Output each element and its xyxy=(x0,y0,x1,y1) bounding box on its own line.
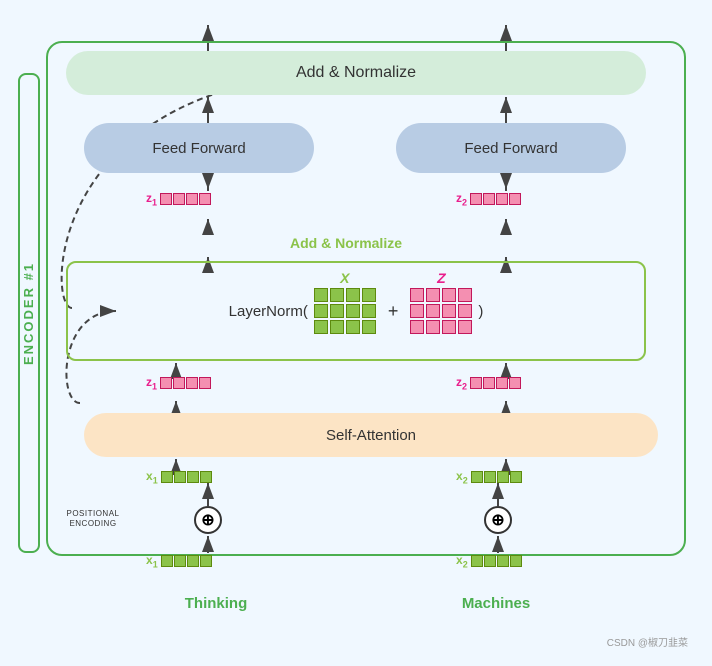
encoder-label-text: ENCODER #1 xyxy=(22,261,37,364)
positional-encoding-right: ⊕ xyxy=(484,506,512,534)
add-normalize-top: Add & Normalize xyxy=(66,51,646,95)
x1-tokens-bottom: x1 xyxy=(146,553,212,569)
self-attention-box: Self-Attention xyxy=(84,413,658,457)
add-normalize-mid: Add & Normalize xyxy=(136,231,556,255)
z1-tokens-mid: z1 xyxy=(146,375,211,391)
z2-tokens-mid: z2 xyxy=(456,375,521,391)
z1-tokens-top: z1 xyxy=(146,191,211,207)
x1-tokens-input: x1 xyxy=(146,469,212,485)
layer-norm-content: LayerNorm( X + Z ) xyxy=(229,288,484,334)
watermark: CSDN @椒刀韭菜 xyxy=(607,634,688,649)
z2-tokens-top: z2 xyxy=(456,191,521,207)
feed-forward-right: Feed Forward xyxy=(396,123,626,173)
positional-encoding-left: ⊕ xyxy=(194,506,222,534)
word-thinking: Thinking xyxy=(116,595,316,612)
layer-norm-box: LayerNorm( X + Z ) xyxy=(66,261,646,361)
x-token-grid xyxy=(314,288,376,334)
word-machines: Machines xyxy=(396,595,596,612)
encoder-label: ENCODER #1 xyxy=(18,73,40,553)
x-token-grid-wrapper: X xyxy=(314,288,376,334)
x2-tokens-bottom: x2 xyxy=(456,553,522,569)
feed-forward-left: Feed Forward xyxy=(84,123,314,173)
positional-encoding-label: POSITIONAL ENCODING xyxy=(48,509,138,528)
x2-tokens-input: x2 xyxy=(456,469,522,485)
z-token-grid-wrapper: Z xyxy=(410,288,472,334)
z-token-grid xyxy=(410,288,472,334)
